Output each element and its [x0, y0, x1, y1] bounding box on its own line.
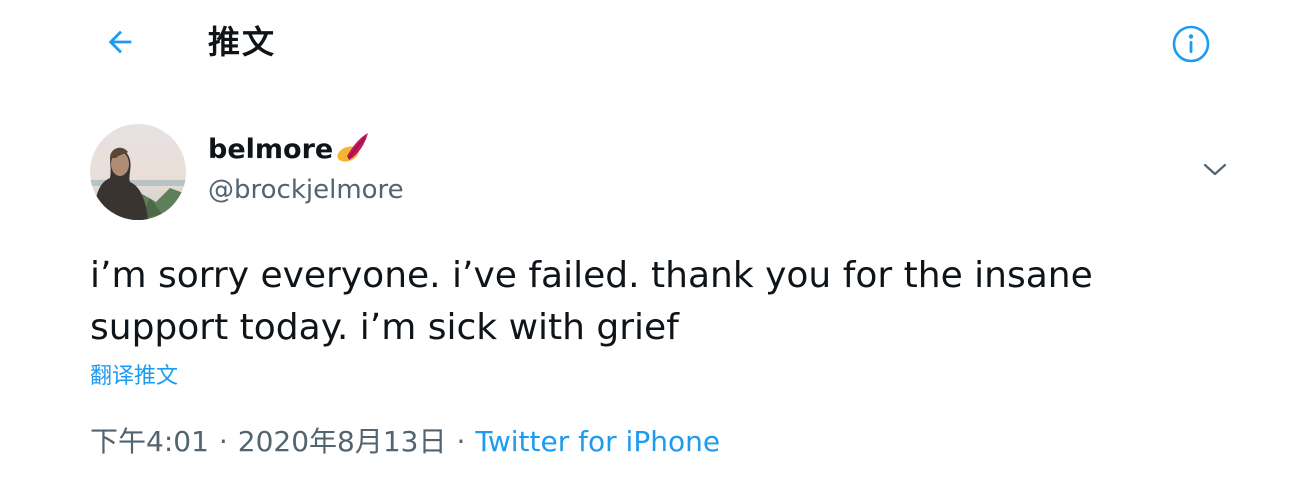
- arrow-left-icon: [108, 30, 132, 54]
- avatar-photo: [90, 124, 186, 220]
- translate-tweet-link[interactable]: 翻译推文: [90, 360, 178, 394]
- tweet-time[interactable]: 下午4:01: [90, 420, 209, 464]
- tweet-text: i’m sorry everyone. i’ve failed. thank y…: [90, 255, 1093, 348]
- tweet-meta: 下午4:01 · 2020年8月13日 · Twitter for iPhone: [90, 420, 720, 464]
- tweet-source-link[interactable]: Twitter for iPhone: [475, 420, 720, 464]
- info-circle-icon: [1172, 25, 1210, 63]
- chevron-down-icon: [1203, 163, 1227, 176]
- meta-separator: ·: [218, 425, 228, 458]
- tweet-detail-page: 推文 belmore @brockjelmore i’m sorry every…: [0, 0, 1299, 483]
- author-handle[interactable]: @brockjelmore: [208, 170, 404, 210]
- meta-separator: ·: [456, 425, 466, 458]
- author-name-row[interactable]: belmore: [208, 130, 371, 170]
- page-title: 推文: [208, 23, 277, 61]
- author-display-name: belmore: [208, 134, 334, 165]
- badge-emoji-icon: [337, 133, 369, 162]
- avatar[interactable]: [90, 124, 186, 220]
- info-button[interactable]: [1171, 24, 1211, 64]
- more-options-button[interactable]: [1198, 152, 1232, 186]
- back-button[interactable]: [100, 22, 140, 62]
- tweet-date[interactable]: 2020年8月13日: [238, 420, 447, 464]
